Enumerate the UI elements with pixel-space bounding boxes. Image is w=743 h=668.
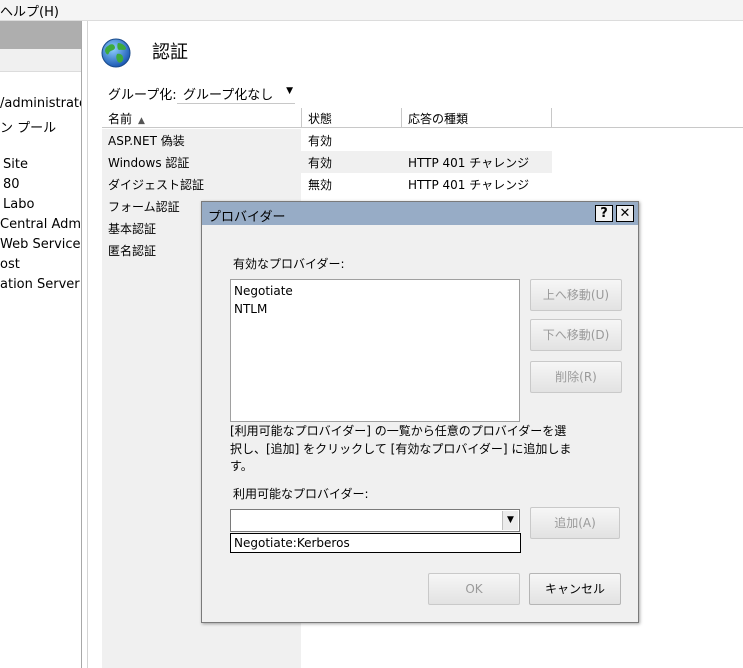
add-button[interactable]: 追加(A)	[530, 507, 620, 539]
page-title: 認証	[152, 42, 188, 63]
close-icon: ✕	[619, 206, 631, 221]
tree-item-host[interactable]: ost	[0, 257, 20, 272]
connections-pane: /administrator ン プール Site 80 Labo Centra…	[0, 21, 82, 668]
list-row-digest[interactable]: ダイジェスト認証 無効 HTTP 401 チャレンジ	[102, 173, 552, 195]
list-row-windows[interactable]: Windows 認証 有効 HTTP 401 チャレンジ	[102, 151, 552, 173]
help-button[interactable]: ?	[595, 205, 613, 222]
tree-item-app-pools[interactable]: ン プール	[0, 117, 56, 136]
menu-bar: ヘルプ(H)	[0, 0, 743, 21]
remove-button[interactable]: 削除(R)	[530, 361, 622, 393]
dialog-title-bar[interactable]: プロバイダー ? ✕	[202, 202, 638, 225]
globe-icon	[101, 38, 131, 68]
tree-item-site[interactable]: Site	[3, 157, 28, 172]
enabled-providers-list[interactable]: Negotiate NTLM	[230, 279, 520, 422]
tree-item-application-server[interactable]: ation Server	[0, 277, 80, 292]
available-providers-combo[interactable]: ▼	[230, 509, 520, 532]
ok-button[interactable]: OK	[428, 573, 520, 605]
dropdown-arrow-icon: ▼	[286, 86, 293, 96]
available-provider-option[interactable]: Negotiate:Kerberos	[230, 533, 521, 553]
available-providers-label: 利用可能なプロバイダー:	[233, 487, 369, 501]
column-header-name[interactable]: 名前 ▲	[102, 108, 302, 128]
list-row-aspnet[interactable]: ASP.NET 偽装 有効	[102, 129, 552, 151]
group-by-select[interactable]: グループ化なし ▼	[177, 80, 295, 104]
dialog-title: プロバイダー	[208, 210, 286, 225]
group-by-value: グループ化なし	[183, 88, 274, 103]
instructions-text: [利用可能なプロバイダー] の一覧から任意のプロバイダーを選 択し、[追加] を…	[230, 424, 572, 473]
list-item[interactable]: NTLM	[234, 300, 516, 318]
providers-dialog: プロバイダー ? ✕ 有効なプロバイダー: Negotiate NTLM 上へ移…	[201, 201, 639, 623]
cancel-button[interactable]: キャンセル	[529, 573, 621, 605]
group-by-label: グループ化:	[108, 88, 177, 103]
tree-item-user[interactable]: /administrator	[0, 96, 81, 111]
move-down-button[interactable]: 下へ移動(D)	[530, 319, 622, 351]
chevron-down-icon[interactable]: ▼	[502, 511, 518, 530]
move-up-button[interactable]: 上へ移動(U)	[530, 279, 622, 311]
close-button[interactable]: ✕	[616, 205, 634, 222]
connections-header	[0, 21, 81, 49]
connections-toolbar	[0, 49, 81, 72]
list-header: 名前 ▲ 状態 応答の種類	[102, 108, 743, 128]
tree-item-labo[interactable]: Labo	[3, 197, 34, 212]
column-header-status[interactable]: 状態	[302, 108, 402, 128]
tree-item-central-admin[interactable]: Central Admini	[0, 217, 81, 232]
tree-item-80[interactable]: 80	[3, 177, 20, 192]
sort-ascending-icon: ▲	[138, 116, 145, 126]
menu-help[interactable]: ヘルプ(H)	[0, 1, 59, 20]
enabled-providers-label: 有効なプロバイダー:	[233, 257, 345, 271]
list-item[interactable]: Negotiate	[234, 282, 516, 300]
column-header-response-type[interactable]: 応答の種類	[402, 108, 552, 128]
tree-item-web-services[interactable]: Web Services	[0, 237, 81, 252]
